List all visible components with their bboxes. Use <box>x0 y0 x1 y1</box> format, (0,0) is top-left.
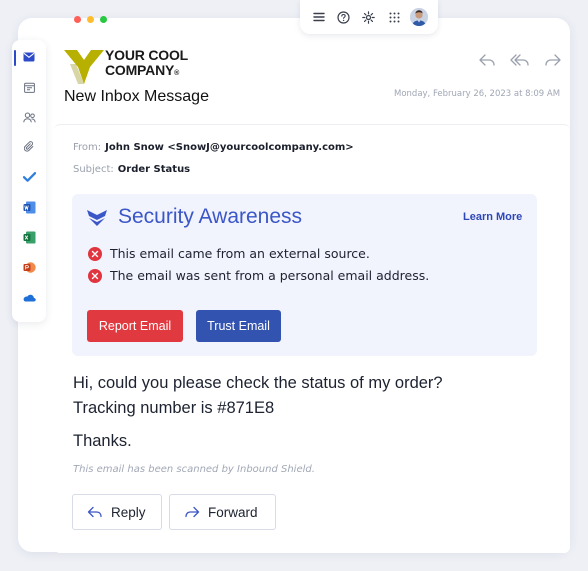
reply-icon <box>87 506 102 517</box>
todo-check-icon <box>22 172 36 182</box>
people-icon <box>22 112 36 122</box>
reply-button-label: Reply <box>111 504 146 520</box>
subject-value: Order Status <box>117 164 191 175</box>
message-body-line-2: Tracking number is #871E8 <box>73 399 275 417</box>
excel-icon <box>23 231 35 243</box>
sidebar-item-attachments[interactable] <box>12 136 46 158</box>
logo-registered-mark: ® <box>174 70 180 77</box>
learn-more-link[interactable]: Learn More <box>463 211 522 223</box>
forward-button-label: Forward <box>208 504 258 520</box>
page-title: New Inbox Message <box>64 88 209 105</box>
sidebar-item-mail[interactable] <box>12 46 46 68</box>
logo-line-1: YOUR COOL <box>105 47 188 63</box>
message-body-line-1: Hi, could you please check the status of… <box>73 374 443 392</box>
from-label: From: <box>73 142 102 153</box>
message-body-thanks: Thanks. <box>73 432 132 450</box>
report-email-button[interactable]: Report Email <box>87 310 183 342</box>
warning-row-1: This email came from an external source. <box>88 246 370 261</box>
trust-email-button[interactable]: Trust Email <box>196 310 281 342</box>
close-window-button[interactable] <box>74 16 81 23</box>
error-x-icon <box>88 268 102 283</box>
logo-mark-icon <box>64 50 104 84</box>
logo-line-2: COMPANY <box>105 62 175 78</box>
reply-all-icon[interactable] <box>510 52 530 71</box>
sidebar-item-onedrive[interactable] <box>12 286 46 308</box>
app-sidebar <box>12 40 46 322</box>
subject-label: Subject: <box>73 164 114 175</box>
sidebar-item-todo[interactable] <box>12 166 46 188</box>
shield-icon <box>87 210 107 226</box>
from-row: From: John Snow <SnowJ@yourcoolcompany.co… <box>73 142 354 153</box>
forward-icon[interactable] <box>544 52 562 71</box>
sidebar-item-word[interactable] <box>12 196 46 218</box>
forward-icon <box>185 506 200 517</box>
from-value[interactable]: John Snow <SnowJ@yourcoolcompany.com> <box>105 142 354 153</box>
header-actions <box>478 52 562 71</box>
warning-row-2: The email was sent from a personal email… <box>88 268 429 283</box>
minimize-window-button[interactable] <box>87 16 94 23</box>
forward-button[interactable]: Forward <box>169 494 276 530</box>
message-date: Monday, February 26, 2023 at 8:09 AM <box>394 89 561 99</box>
attachment-icon <box>23 141 33 152</box>
mail-icon <box>23 52 35 62</box>
maximize-window-button[interactable] <box>100 16 107 23</box>
reply-icon[interactable] <box>478 52 496 71</box>
calendar-icon <box>23 82 35 93</box>
warning-text: This email came from an external source. <box>110 246 370 261</box>
sidebar-item-powerpoint[interactable] <box>12 256 46 278</box>
apps-grid-icon[interactable] <box>385 8 403 26</box>
settings-icon[interactable] <box>360 8 378 26</box>
menu-icon[interactable] <box>310 8 328 26</box>
warning-text: The email was sent from a personal email… <box>110 268 430 283</box>
reply-button[interactable]: Reply <box>72 494 162 530</box>
top-toolbar <box>300 0 438 34</box>
scanned-notice: This email has been scanned by Inbound S… <box>73 464 315 475</box>
logo-text: YOUR COOL COMPANY® <box>105 48 188 81</box>
user-avatar[interactable] <box>410 8 429 26</box>
error-x-icon <box>88 246 102 261</box>
help-icon[interactable] <box>335 8 353 26</box>
powerpoint-icon <box>23 261 36 273</box>
window-controls <box>74 16 107 23</box>
subject-row: Subject: Order Status <box>73 164 190 175</box>
sidebar-item-excel[interactable] <box>12 226 46 248</box>
security-title: Security Awareness <box>118 205 303 228</box>
word-icon <box>23 201 35 213</box>
sidebar-item-people[interactable] <box>12 106 46 128</box>
onedrive-icon <box>23 294 36 301</box>
active-indicator <box>14 50 16 66</box>
sidebar-item-calendar[interactable] <box>12 76 46 98</box>
